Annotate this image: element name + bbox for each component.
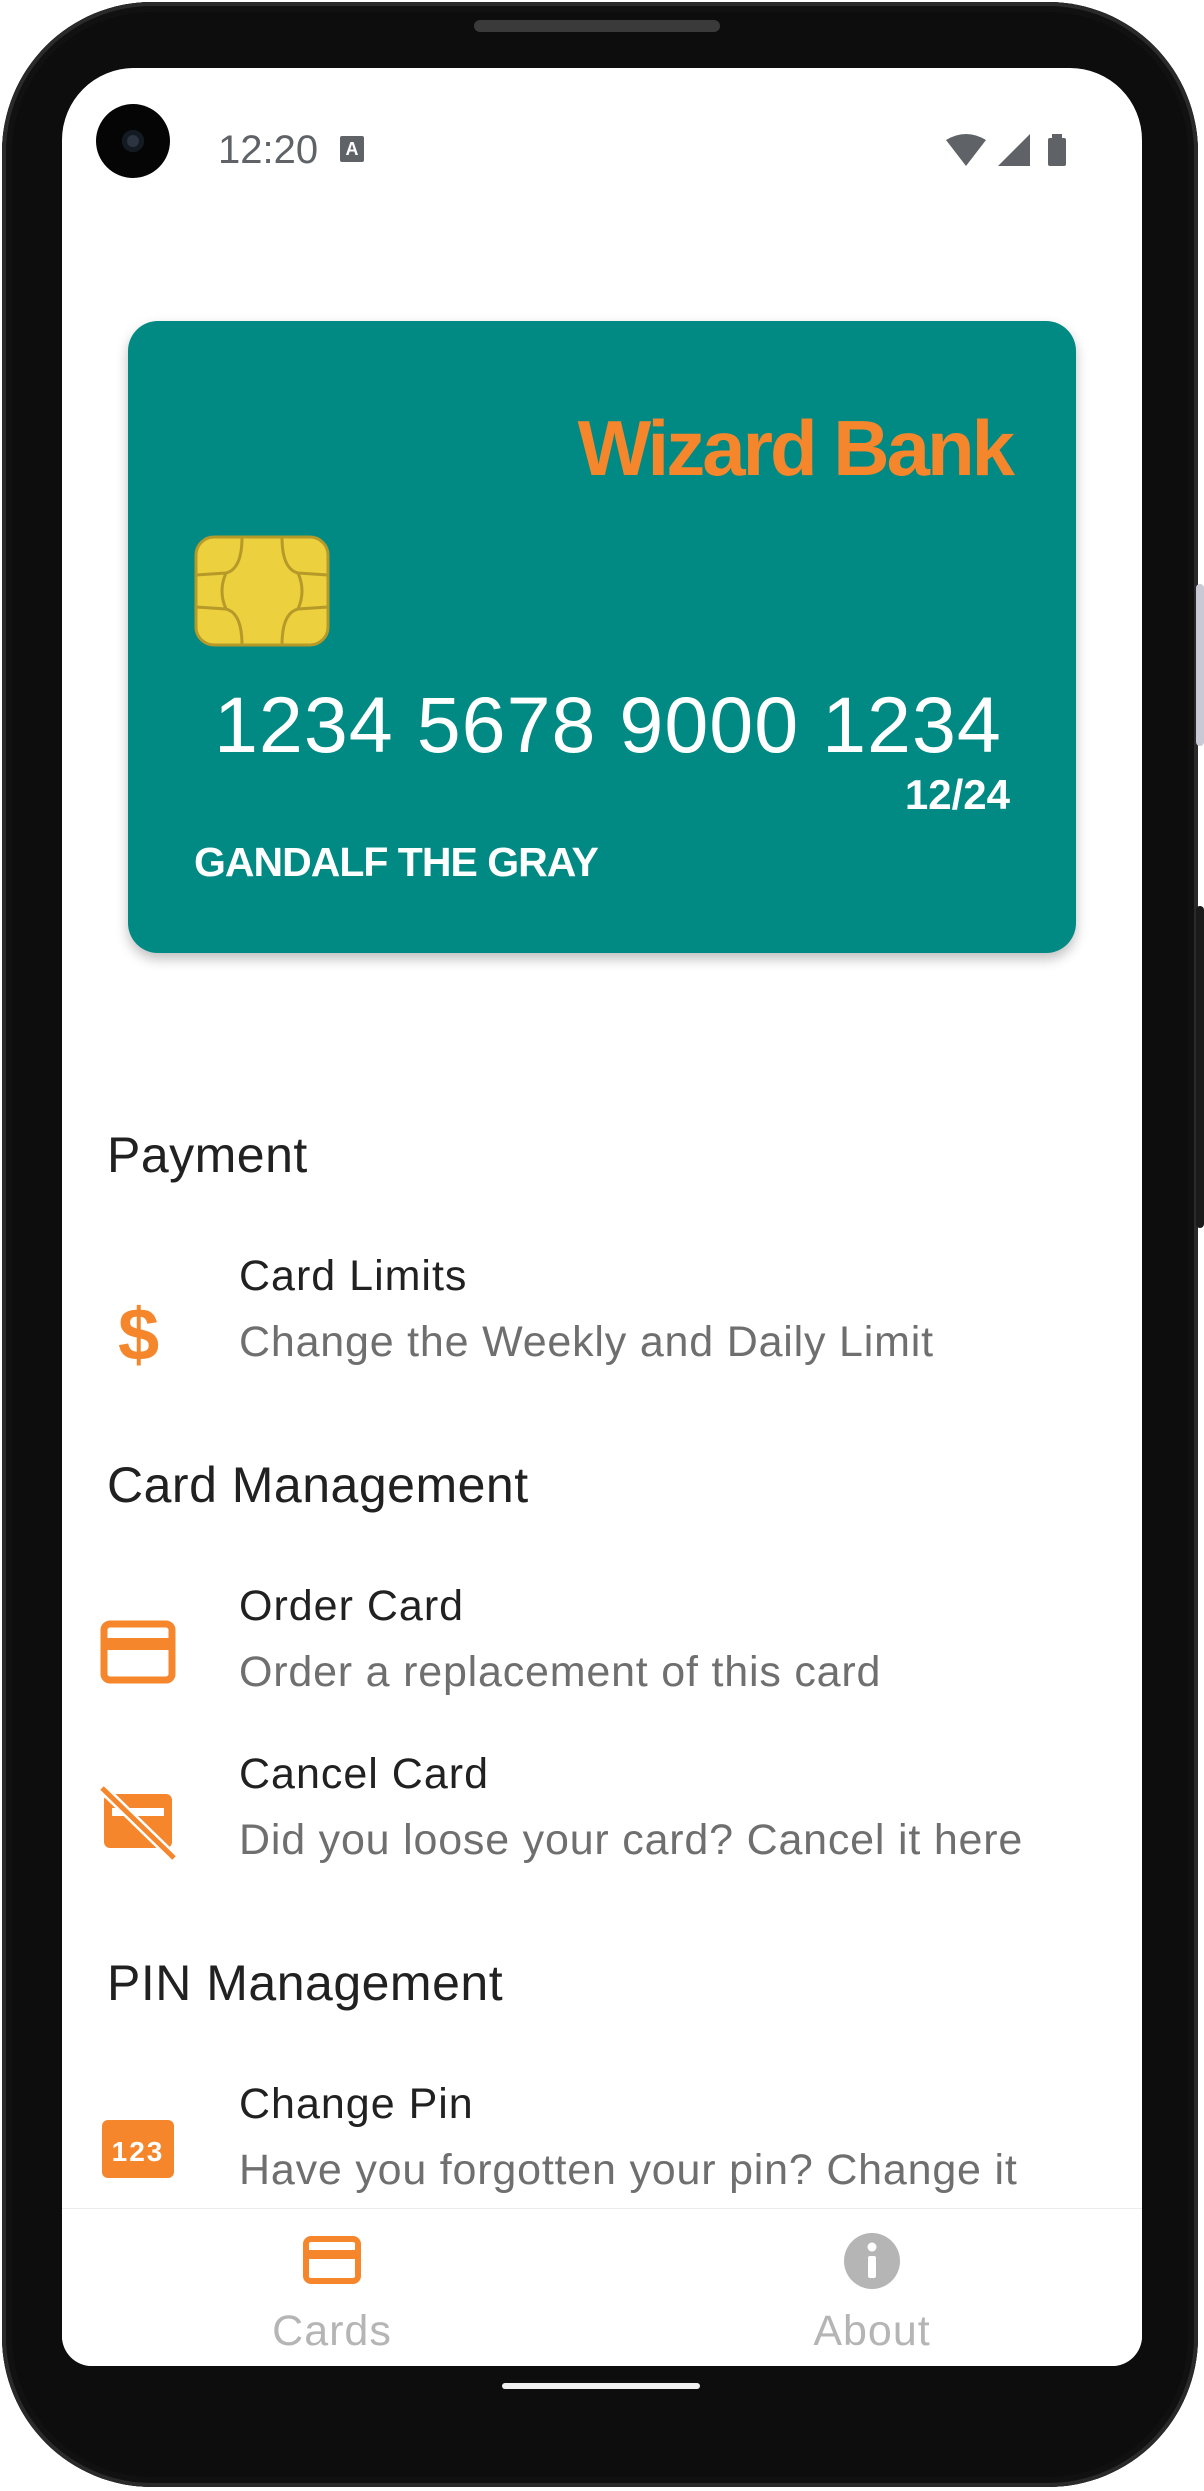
bottom-navigation: Cards About — [62, 2208, 1142, 2366]
status-time: 12:20 — [218, 128, 319, 172]
card-chip-icon — [194, 535, 330, 647]
notification-a-icon: A — [340, 136, 364, 162]
item-title: Order Card — [239, 1582, 465, 1630]
status-icons — [944, 132, 1074, 168]
card-expiry: 12/24 — [904, 771, 1010, 818]
dollar-icon: $ — [98, 1292, 178, 1376]
card-number: 1234 5678 9000 1234 — [214, 680, 1002, 769]
speaker-grille — [474, 20, 720, 32]
item-subtitle: Order a replacement of this card — [239, 1648, 882, 1696]
credit-card[interactable]: Wizard Bank 1234 5678 9000 1234 12/24 GA… — [128, 321, 1076, 953]
item-title: Change Pin — [239, 2080, 474, 2128]
credit-card-off-icon — [98, 1782, 178, 1862]
section-title-pin-management: PIN Management — [107, 1955, 504, 2011]
list-item-order-card[interactable]: Order Card Order a replacement of this c… — [62, 1582, 1142, 1732]
pin-123-icon: 123 — [98, 2108, 178, 2188]
item-subtitle: Have you forgotten your pin? Change it — [239, 2146, 1018, 2194]
cell-signal-icon — [998, 134, 1030, 166]
item-title: Cancel Card — [239, 1750, 489, 1798]
nav-label-cards: Cards — [272, 2307, 392, 2355]
volume-button — [1196, 906, 1204, 1228]
section-title-card-management: Card Management — [107, 1457, 529, 1513]
item-subtitle: Did you loose your card? Cancel it here — [239, 1816, 1024, 1864]
wifi-icon — [946, 134, 986, 166]
list-item-cancel-card[interactable]: Cancel Card Did you loose your card? Can… — [62, 1750, 1142, 1900]
list-item-card-limits[interactable]: $ Card Limits Change the Weekly and Dail… — [62, 1252, 1142, 1402]
section-title-payment: Payment — [107, 1127, 308, 1183]
bank-logo: Wizard Bank — [577, 404, 1015, 492]
card-holder-name: GANDALF THE GRAY — [194, 839, 599, 885]
credit-card-icon — [302, 2231, 362, 2291]
svg-text:123: 123 — [112, 2136, 165, 2167]
info-icon — [842, 2231, 902, 2291]
wifi-signal-battery-icons — [946, 134, 1066, 166]
front-camera — [96, 104, 170, 178]
nav-item-cards[interactable]: Cards — [62, 2209, 602, 2366]
screen: 12:20 A Wizard Bank 1234 5678 9000 1234 … — [62, 68, 1142, 2366]
credit-card-icon — [98, 1614, 178, 1694]
battery-icon — [1048, 138, 1066, 166]
home-indicator[interactable] — [502, 2383, 700, 2389]
nav-item-about[interactable]: About — [602, 2209, 1142, 2366]
svg-text:$: $ — [118, 1293, 159, 1372]
nav-label-about: About — [813, 2307, 931, 2355]
item-title: Card Limits — [239, 1252, 468, 1300]
power-button — [1196, 584, 1204, 746]
item-subtitle: Change the Weekly and Daily Limit — [239, 1318, 934, 1366]
